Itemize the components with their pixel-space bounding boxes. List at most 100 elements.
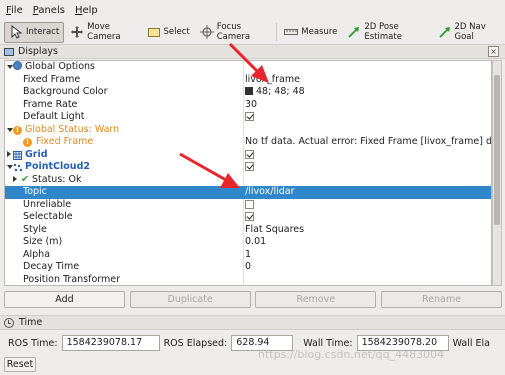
pose-estimate-label: 2D Pose Estimate [364, 22, 402, 42]
tree-row-fixed-frame-warning[interactable]: ! Fixed Frame No tf data. Actual error: … [5, 136, 492, 149]
select-tool-button[interactable]: Select [143, 22, 194, 43]
menu-help[interactable]: Help [75, 5, 98, 16]
duplicate-button[interactable]: Duplicate [129, 291, 251, 308]
default-light-checkbox[interactable] [245, 112, 254, 121]
add-button[interactable]: Add [4, 291, 125, 308]
interact-tool-button[interactable]: Interact [4, 21, 65, 43]
rename-button[interactable]: Rename [380, 291, 502, 308]
reset-button[interactable]: Reset [4, 357, 36, 372]
crosshair-icon [199, 25, 214, 39]
warning-icon: ! [13, 125, 22, 135]
tree-row-global-options[interactable]: Global Options [5, 61, 491, 74]
ros-time-field[interactable]: 1584239078.17 [61, 335, 160, 351]
row-label: Decay Time [23, 261, 80, 272]
time-title: Time [19, 317, 43, 328]
remove-button[interactable]: Remove [255, 291, 377, 308]
row-label: Global Options [25, 61, 95, 72]
row-label: Fixed Frame [36, 136, 94, 147]
frame-rate-value[interactable]: 30 [245, 99, 491, 112]
size-value[interactable]: 0.01 [245, 236, 491, 249]
expand-arrow-icon[interactable] [13, 175, 17, 182]
row-label: Topic [23, 186, 47, 197]
row-label: Fixed Frame [23, 73, 81, 85]
background-color-value[interactable]: 48; 48; 48 [245, 86, 491, 99]
time-panel-header: Time [0, 315, 505, 330]
tree-row-global-status[interactable]: ! Global Status: Warn [5, 124, 491, 137]
fixed-frame-value[interactable]: livox_frame [245, 74, 491, 87]
row-label: Grid [25, 148, 48, 160]
row-label: Alpha [23, 248, 51, 260]
select-box-icon [147, 25, 161, 39]
tree-row-topic[interactable]: Topic /livox/lidar [5, 186, 491, 199]
tree-row-style[interactable]: Style Flat Squares [5, 223, 491, 237]
move-camera-tool-button[interactable]: Move Camera [66, 22, 140, 43]
select-label: Select [163, 27, 190, 37]
displays-tree: Global Options Fixed Frame livox_frame B… [4, 60, 492, 286]
close-icon[interactable]: × [488, 46, 499, 57]
displays-scrollbar[interactable] [492, 60, 502, 286]
ros-elapsed-label: ROS Elapsed: [163, 337, 228, 349]
tree-row-pointcloud2[interactable]: PointCloud2 [5, 161, 491, 174]
grid-enable-checkbox[interactable] [245, 149, 254, 159]
decay-time-value[interactable]: 0 [245, 261, 491, 274]
menu-panels[interactable]: Panels [33, 5, 65, 16]
pose-estimate-tool-button[interactable]: 2D Pose Estimate [343, 22, 431, 43]
toolbar: Interact Move Camera Select Focus Camera… [0, 20, 505, 45]
row-label: Background Color [23, 86, 108, 97]
topic-value[interactable]: /livox/lidar [245, 186, 491, 199]
tree-row-unreliable[interactable]: Unreliable [5, 199, 491, 212]
expand-arrow-icon[interactable] [7, 150, 11, 157]
row-label: Position Transformer [23, 273, 121, 285]
nav-goal-label: 2D Nav Goal [454, 22, 486, 42]
move-arrows-icon [70, 25, 84, 39]
measure-label: Measure [301, 27, 338, 37]
pointcloud-icon [13, 161, 23, 174]
checkmark-icon: ✔ [21, 173, 29, 185]
tree-row-fixed-frame[interactable]: Fixed Frame livox_frame [5, 73, 491, 87]
row-label: Size (m) [23, 236, 63, 247]
nav-goal-tool-button[interactable]: 2D Nav Goal [434, 22, 504, 43]
tree-row-size[interactable]: Size (m) 0.01 [5, 236, 491, 249]
style-value[interactable]: Flat Squares [245, 224, 491, 237]
fixed-frame-error-value: No tf data. Actual error: Fixed Frame [l… [245, 136, 492, 147]
clock-icon [4, 317, 14, 328]
warning-icon: ! [23, 138, 32, 147]
tree-row-frame-rate[interactable]: Frame Rate 30 [5, 98, 491, 112]
tree-row-background-color[interactable]: Background Color 48; 48; 48 [5, 86, 491, 99]
scrollbar-thumb[interactable] [494, 75, 500, 225]
row-label: Frame Rate [23, 98, 78, 110]
color-swatch [245, 87, 253, 95]
globe-icon [13, 61, 22, 70]
tree-row-grid[interactable]: Grid [5, 148, 491, 162]
ruler-icon [284, 25, 299, 39]
green-arrow-icon [347, 25, 361, 39]
toolbar-separator [276, 23, 278, 41]
tree-row-position-transformer[interactable]: Position Transformer [5, 273, 491, 286]
grid-icon [13, 149, 22, 162]
wall-time-label: Wall Time: [303, 337, 353, 349]
ros-time-label: ROS Time: [8, 337, 58, 349]
pointcloud2-enable-checkbox[interactable] [245, 162, 254, 171]
row-label: Default Light [23, 111, 85, 122]
tree-row-selectable[interactable]: Selectable [5, 211, 491, 224]
interact-label: Interact [26, 27, 60, 37]
measure-tool-button[interactable]: Measure [280, 22, 341, 43]
monitor-icon [4, 47, 14, 56]
row-label: Status: Ok [32, 173, 82, 185]
watermark: https://blog.csdn.net/qq_4483004 [258, 348, 445, 361]
tree-row-decay-time[interactable]: Decay Time 0 [5, 261, 491, 274]
displays-title: Displays [18, 46, 58, 57]
tree-row-alpha[interactable]: Alpha 1 [5, 248, 491, 262]
selectable-checkbox[interactable] [245, 212, 254, 221]
displays-panel-header: Displays × [0, 45, 505, 59]
menubar: File Panels Help [0, 0, 505, 20]
tree-row-status-ok[interactable]: ✔ Status: Ok [5, 173, 491, 187]
menu-file[interactable]: File [6, 5, 23, 16]
unreliable-checkbox[interactable] [245, 199, 254, 209]
alpha-value[interactable]: 1 [245, 249, 491, 262]
displays-button-bar: Add Duplicate Remove Rename [4, 291, 502, 309]
focus-camera-tool-button[interactable]: Focus Camera [196, 22, 272, 43]
focus-camera-label: Focus Camera [216, 22, 251, 42]
row-label: Style [23, 223, 47, 235]
tree-row-default-light[interactable]: Default Light [5, 111, 491, 124]
